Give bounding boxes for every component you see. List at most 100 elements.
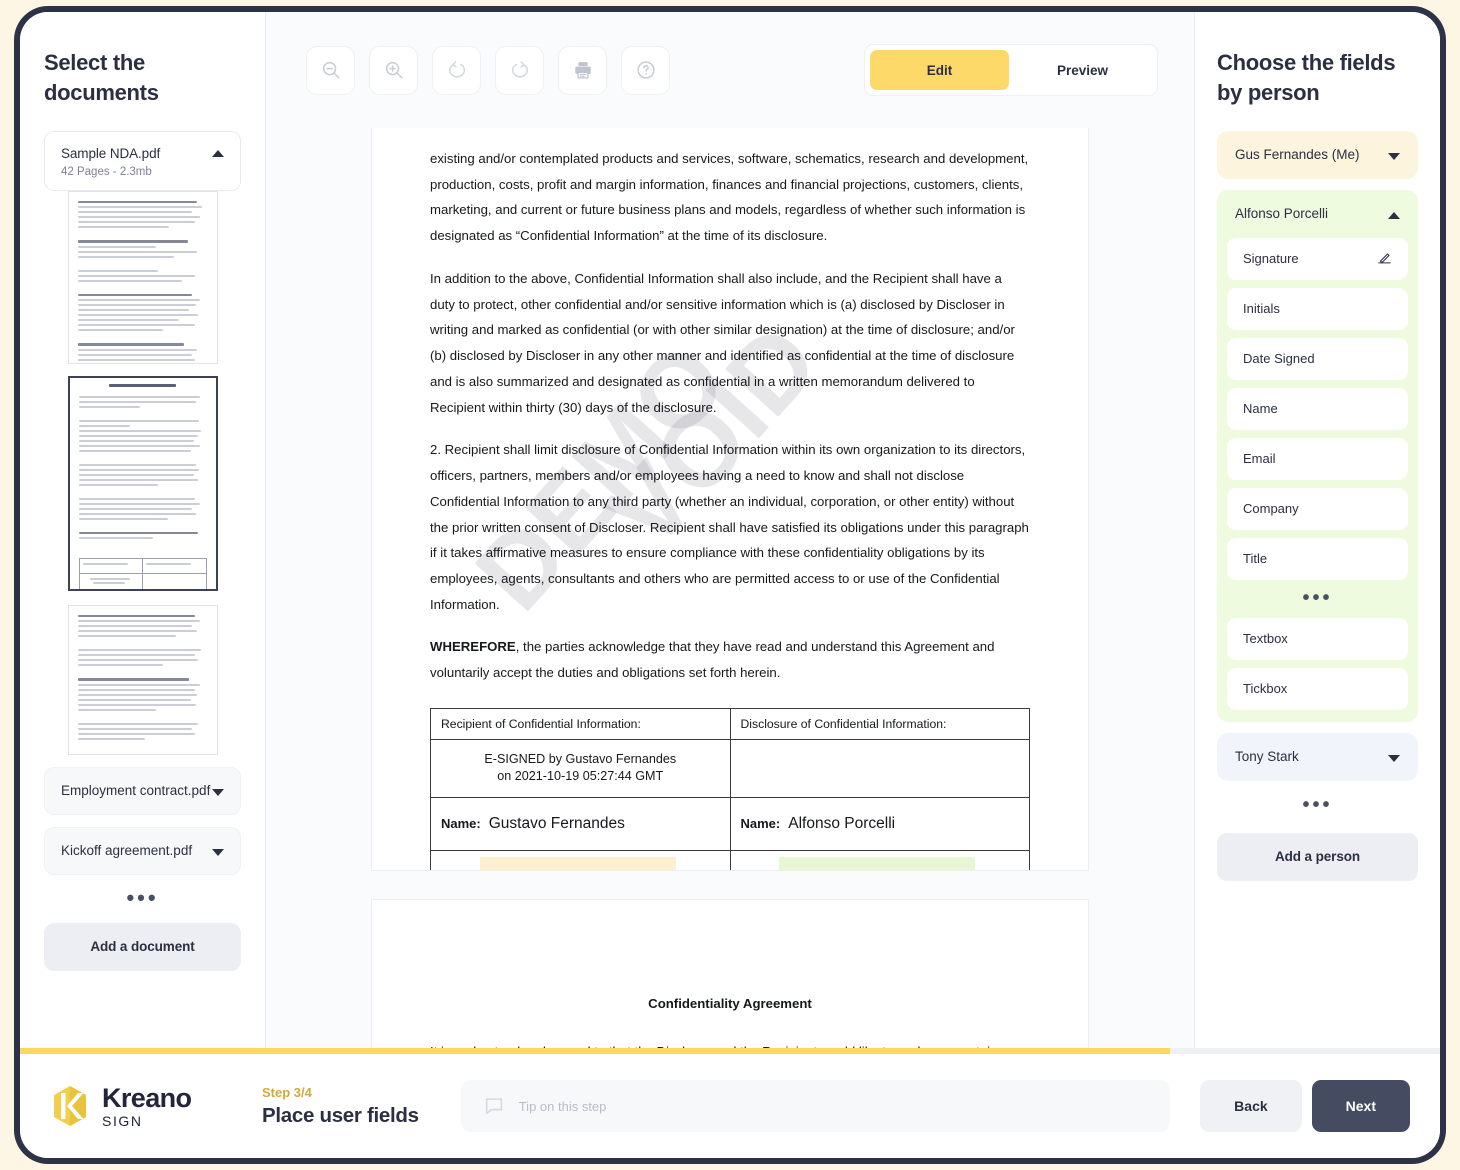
zoom-out-icon[interactable] xyxy=(306,45,355,95)
fields-panel-title: Choose the fields by person xyxy=(1217,50,1396,106)
documents-sidebar: Select the documents Sample NDA.pdf 42 P… xyxy=(20,12,266,1048)
field-item-tickbox[interactable]: Tickbox xyxy=(1227,667,1408,710)
pdf-paragraph: 2. Recipient shall limit disclosure of C… xyxy=(430,442,1029,612)
help-icon[interactable] xyxy=(621,45,670,95)
person-header[interactable]: Gus Fernandes (Me) xyxy=(1217,131,1418,179)
page-thumbnail[interactable] xyxy=(67,604,218,755)
app-body: Select the documents Sample NDA.pdf 42 P… xyxy=(20,12,1440,1048)
field-item-initials[interactable]: Initials xyxy=(1227,287,1408,330)
pdf-page-current[interactable]: DEMO VOID existing and/or contemplated p… xyxy=(372,128,1088,870)
person-block-gus-fernandes[interactable]: Gus Fernandes (Me) xyxy=(1217,130,1418,179)
app-window: Select the documents Sample NDA.pdf 42 P… xyxy=(20,12,1440,1158)
person-block-tony-stark[interactable]: Tony Stark xyxy=(1217,732,1418,781)
brand-subtitle: SIGN xyxy=(102,1112,143,1129)
person-name: Alfonso Porcelli xyxy=(1235,206,1329,222)
field-label: Tickbox xyxy=(1243,681,1288,697)
title-cell-left: Title: Signature xyxy=(430,849,731,870)
esigned-line-2: on 2021-10-19 05:27:44 GMT xyxy=(497,769,664,784)
table-row: Recipient of Confidential Information: D… xyxy=(430,707,1030,740)
document-card-header[interactable]: Sample NDA.pdf 42 Pages - 2.3mb xyxy=(45,131,240,190)
document-viewer-area: Edit Preview DEMO VOID existing and/or c… xyxy=(266,12,1194,1048)
brand-logo: Kreano SIGN xyxy=(50,1084,262,1128)
field-item-date-signed[interactable]: Date Signed xyxy=(1227,337,1408,380)
chevron-down-icon[interactable] xyxy=(212,789,224,797)
pdf-paragraph: existing and/or contemplated products an… xyxy=(430,151,1029,244)
field-item-textbox[interactable]: Textbox xyxy=(1227,617,1408,660)
chat-bubble-icon xyxy=(485,1098,502,1115)
esigned-stamp: E-SIGNED by Gustavo Fernandes on 2021-10… xyxy=(430,738,731,798)
page-thumbnail-selected[interactable] xyxy=(67,375,218,591)
fields-sidebar: Choose the fields by person Gus Fernande… xyxy=(1194,12,1440,1048)
field-label: Email xyxy=(1243,451,1276,467)
title-label: Title: xyxy=(741,869,772,870)
chevron-down-icon[interactable] xyxy=(1388,153,1400,161)
wherefore-label: WHEREFORE xyxy=(430,639,516,655)
field-item-email[interactable]: Email xyxy=(1227,437,1408,480)
rotate-left-icon[interactable] xyxy=(432,45,481,95)
document-row-name: Employment contract.pdf xyxy=(61,783,211,799)
person-name: Tony Stark xyxy=(1235,749,1299,765)
field-label: Initials xyxy=(1243,301,1280,317)
name-cell-left: Name: Gustavo Fernandes xyxy=(430,796,731,851)
person-block-alfonso-porcelli[interactable]: Alfonso Porcelli Signature Initials Date… xyxy=(1217,189,1418,722)
chevron-up-icon[interactable] xyxy=(1388,212,1400,220)
name-label: Name: xyxy=(740,816,781,832)
pdf-scroll-area[interactable]: DEMO VOID existing and/or contemplated p… xyxy=(266,128,1194,1048)
document-row-name: Kickoff agreement.pdf xyxy=(61,843,193,859)
chevron-up-icon[interactable] xyxy=(212,149,224,157)
document-name: Sample NDA.pdf xyxy=(61,145,161,161)
name-value-right: Alfonso Porcelli xyxy=(788,814,896,832)
edit-preview-toggle: Edit Preview xyxy=(864,44,1158,96)
kreano-hexagon-icon xyxy=(54,1086,86,1126)
step-title: Place user fields xyxy=(262,1103,419,1127)
field-label: Textbox xyxy=(1243,631,1288,647)
add-document-button[interactable]: Add a document xyxy=(44,922,241,971)
next-button[interactable]: Next xyxy=(1311,1080,1410,1132)
page-thumbnail[interactable] xyxy=(67,190,218,364)
device-frame: Select the documents Sample NDA.pdf 42 P… xyxy=(14,6,1446,1164)
rotate-right-icon[interactable] xyxy=(495,45,544,95)
signature-icon xyxy=(1378,253,1391,264)
zoom-in-icon[interactable] xyxy=(369,45,418,95)
back-button[interactable]: Back xyxy=(1200,1080,1302,1132)
person-header[interactable]: Tony Stark xyxy=(1217,733,1418,781)
name-cell-right: Name: Alfonso Porcelli xyxy=(729,796,1030,851)
tip-placeholder: Tip on this step xyxy=(518,1098,607,1114)
viewer-toolbar: Edit Preview xyxy=(266,12,1194,128)
tip-input[interactable]: Tip on this step xyxy=(460,1080,1171,1132)
document-row-employment-contract[interactable]: Employment contract.pdf xyxy=(44,766,241,815)
document-meta: 42 Pages - 2.3mb xyxy=(61,165,152,178)
document-row-kickoff-agreement[interactable]: Kickoff agreement.pdf xyxy=(44,826,241,875)
pdf-paragraph: In addition to the above, Confidential I… xyxy=(430,270,1015,415)
field-item-name[interactable]: Name xyxy=(1227,387,1408,430)
table-row: Name: Gustavo Fernandes Name: Alfonso Po… xyxy=(430,796,1030,851)
field-label: Date Signed xyxy=(1243,351,1315,367)
name-label: Name: xyxy=(441,816,481,832)
tab-edit[interactable]: Edit xyxy=(870,50,1009,90)
page-thumbnails xyxy=(44,190,241,755)
tab-preview[interactable]: Preview xyxy=(1013,50,1152,90)
pdf-page-next[interactable]: Confidentiality Agreement It is understo… xyxy=(372,900,1088,1048)
chevron-down-icon[interactable] xyxy=(212,849,224,857)
step-indicator: Step 3/4 Place user fields xyxy=(262,1085,419,1128)
pdf-next-page-heading: Confidentiality Agreement xyxy=(648,996,812,1011)
chevron-down-icon[interactable] xyxy=(1388,755,1400,763)
field-item-signature[interactable]: Signature xyxy=(1227,237,1408,280)
add-person-button[interactable]: Add a person xyxy=(1217,832,1418,881)
field-item-title[interactable]: Title xyxy=(1227,537,1408,580)
documents-overflow-dots[interactable]: ••• xyxy=(44,886,241,909)
step-counter: Step 3/4 xyxy=(262,1084,312,1100)
field-label: Signature xyxy=(1243,251,1299,267)
footer-buttons: Back Next xyxy=(1200,1080,1410,1132)
field-item-company[interactable]: Company xyxy=(1227,487,1408,530)
print-icon[interactable] xyxy=(558,45,607,95)
placed-field-signature-me[interactable]: Signature xyxy=(479,856,676,870)
fields-overflow-dots[interactable]: ••• xyxy=(1217,588,1418,608)
persons-overflow-dots[interactable]: ••• xyxy=(1217,795,1418,815)
document-card-sample-nda[interactable]: Sample NDA.pdf 42 Pages - 2.3mb xyxy=(44,130,241,191)
person-header[interactable]: Alfonso Porcelli xyxy=(1217,190,1418,238)
table-header-discloser: Disclosure of Confidential Information: xyxy=(729,707,1030,740)
table-row: Title: Signature xyxy=(430,849,1030,870)
placed-field-signature-alfonso[interactable]: Signature xyxy=(779,856,976,870)
brand-name: Kreano xyxy=(102,1082,192,1113)
